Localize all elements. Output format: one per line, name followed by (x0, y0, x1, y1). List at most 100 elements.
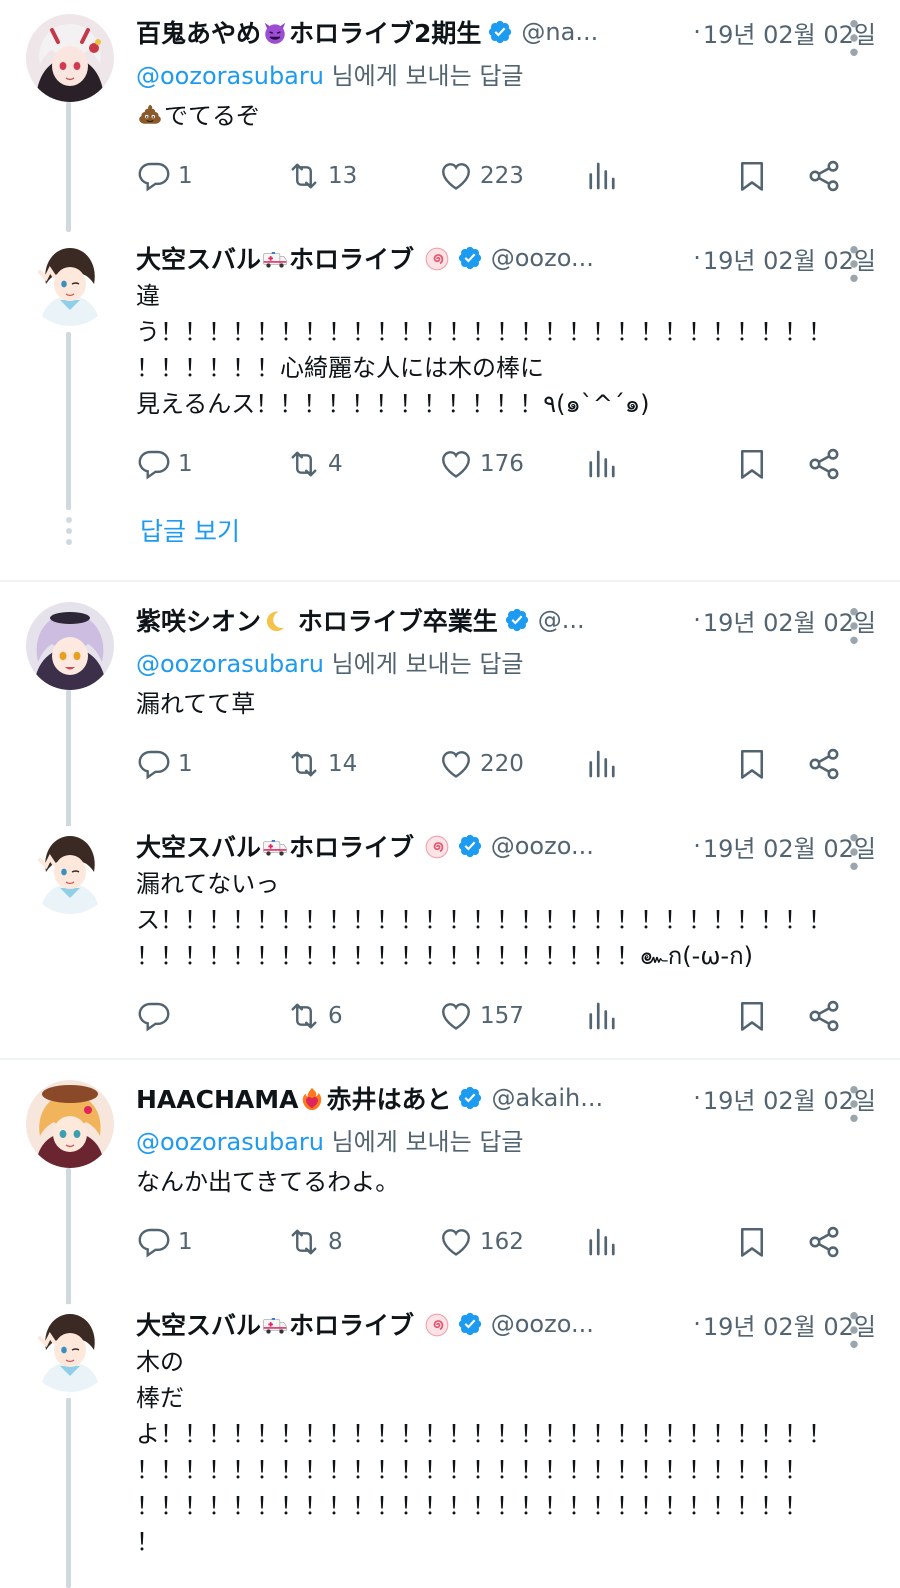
display-name[interactable]: 百鬼あやめ ホロライブ2期生 (136, 14, 481, 50)
handle[interactable]: @oozo... (491, 832, 689, 860)
heart-icon (438, 158, 474, 194)
reply-button[interactable]: 1 (136, 1222, 193, 1262)
views-button[interactable] (584, 1222, 620, 1262)
avatar[interactable] (26, 826, 114, 914)
avatar[interactable] (26, 1304, 114, 1392)
reply-button[interactable]: 1 (136, 156, 193, 196)
verified-badge-icon (487, 19, 513, 45)
tweet-ayame[interactable]: 百鬼あやめ ホロライブ2期生 @na... · 19년 02월 02일 @oozo… (0, 0, 900, 232)
share-icon (806, 158, 842, 194)
mention-link[interactable]: @oozorasubaru (136, 1128, 324, 1156)
tweet-subaru-3[interactable]: 大空スバル ホロライブ @oozo... · 19년 02월 02일 木の 棒だ … (0, 1296, 900, 1588)
handle[interactable]: @... (538, 606, 690, 634)
bookmark-button[interactable] (734, 156, 770, 196)
handle[interactable]: @akaih... (491, 1084, 689, 1112)
retweet-button[interactable]: 13 (286, 156, 357, 196)
share-button[interactable] (806, 156, 842, 196)
more-options-icon[interactable] (848, 606, 860, 646)
bookmark-icon (734, 1224, 770, 1260)
share-button[interactable] (806, 1222, 842, 1262)
date-separator: · (693, 1084, 701, 1112)
like-button[interactable]: 223 (438, 156, 524, 196)
avatar[interactable] (26, 238, 114, 326)
views-button[interactable] (584, 996, 620, 1036)
display-name[interactable]: 紫咲シオン ホロライブ卒業生 (136, 602, 498, 638)
tweet-haato[interactable]: HAACHAMA 赤井はあと @akaih... · 19년 02월 02일 @o… (0, 1066, 900, 1308)
retweet-icon (286, 1224, 322, 1260)
reply-button[interactable]: 1 (136, 444, 193, 484)
bookmark-button[interactable] (734, 1222, 770, 1262)
views-button[interactable] (584, 444, 620, 484)
heart-icon (438, 1224, 474, 1260)
reply-button[interactable] (136, 996, 178, 1036)
tweet-actions: 1 13 223 (136, 156, 856, 196)
retweet-count: 14 (328, 751, 358, 777)
share-button[interactable] (806, 744, 842, 784)
avatar[interactable] (26, 602, 114, 690)
retweet-icon (286, 998, 322, 1034)
handle[interactable]: @na... (521, 18, 689, 46)
like-button[interactable]: 162 (438, 1222, 524, 1262)
bookmark-icon (734, 998, 770, 1034)
verified-badge-icon (457, 245, 483, 271)
display-name[interactable]: 大空スバル ホロライブ (136, 240, 451, 276)
date-separator: · (693, 244, 701, 272)
retweet-button[interactable]: 14 (286, 744, 357, 784)
tweet-actions: 1 4 176 (136, 444, 856, 484)
retweet-icon (286, 746, 322, 782)
date-separator: · (693, 18, 701, 46)
retweet-button[interactable]: 8 (286, 1222, 343, 1262)
reply-icon (136, 158, 172, 194)
like-button[interactable]: 220 (438, 744, 524, 784)
retweet-count: 13 (328, 163, 358, 189)
like-count: 223 (480, 163, 524, 189)
reply-button[interactable]: 1 (136, 744, 193, 784)
bookmark-icon (734, 746, 770, 782)
views-button[interactable] (584, 744, 620, 784)
heart-on-fire-icon (299, 1086, 325, 1112)
more-options-icon[interactable] (848, 1084, 860, 1124)
handle[interactable]: @oozo... (491, 1310, 689, 1338)
avatar[interactable] (26, 1080, 114, 1168)
thread-line (66, 1168, 71, 1308)
poop-icon (137, 102, 163, 128)
naruto-swirl-icon (424, 246, 450, 272)
bookmark-button[interactable] (734, 996, 770, 1036)
mention-link[interactable]: @oozorasubaru (136, 62, 324, 90)
avatar[interactable] (26, 14, 114, 102)
share-button[interactable] (806, 996, 842, 1036)
share-icon (806, 1224, 842, 1260)
bookmark-icon (734, 158, 770, 194)
naruto-swirl-icon (424, 1312, 450, 1338)
thread-line (66, 1398, 71, 1588)
bookmark-button[interactable] (734, 744, 770, 784)
views-button[interactable] (584, 156, 620, 196)
bookmark-button[interactable] (734, 444, 770, 484)
retweet-button[interactable]: 4 (286, 444, 343, 484)
tweet-shion[interactable]: 紫咲シオン ホロライブ卒業生 @... · 19년 02월 02일 @oozor… (0, 588, 900, 830)
retweet-count: 6 (328, 1003, 343, 1029)
like-button[interactable]: 176 (438, 444, 524, 484)
display-name[interactable]: 大空スバル ホロライブ (136, 828, 451, 864)
handle[interactable]: @oozo... (491, 244, 689, 272)
show-replies-link[interactable]: 답글 보기 (140, 512, 240, 548)
more-options-icon[interactable] (848, 18, 860, 58)
retweet-button[interactable]: 6 (286, 996, 343, 1036)
date-separator: · (693, 606, 701, 634)
share-icon (806, 446, 842, 482)
tweet-subaru-2[interactable]: 大空スバル ホロライブ @oozo... · 19년 02월 02일 漏れてないっ… (0, 818, 900, 1058)
date-separator: · (693, 832, 701, 860)
heart-icon (438, 746, 474, 782)
more-replies-dots-icon (66, 517, 72, 545)
reply-count: 1 (178, 163, 193, 189)
display-name[interactable]: 大空スバル ホロライブ (136, 1306, 451, 1342)
crescent-moon-icon (262, 608, 288, 634)
share-button[interactable] (806, 444, 842, 484)
tweet-subaru-1[interactable]: 大空スバル ホロライブ @oozo... · 19년 02월 02일 違 う！！！… (0, 230, 900, 580)
heart-icon (438, 446, 474, 482)
display-name[interactable]: HAACHAMA 赤井はあと (136, 1080, 451, 1116)
mention-link[interactable]: @oozorasubaru (136, 650, 324, 678)
divider (0, 1058, 900, 1060)
like-button[interactable]: 157 (438, 996, 524, 1036)
tweet-actions: 1 14 220 (136, 744, 856, 784)
